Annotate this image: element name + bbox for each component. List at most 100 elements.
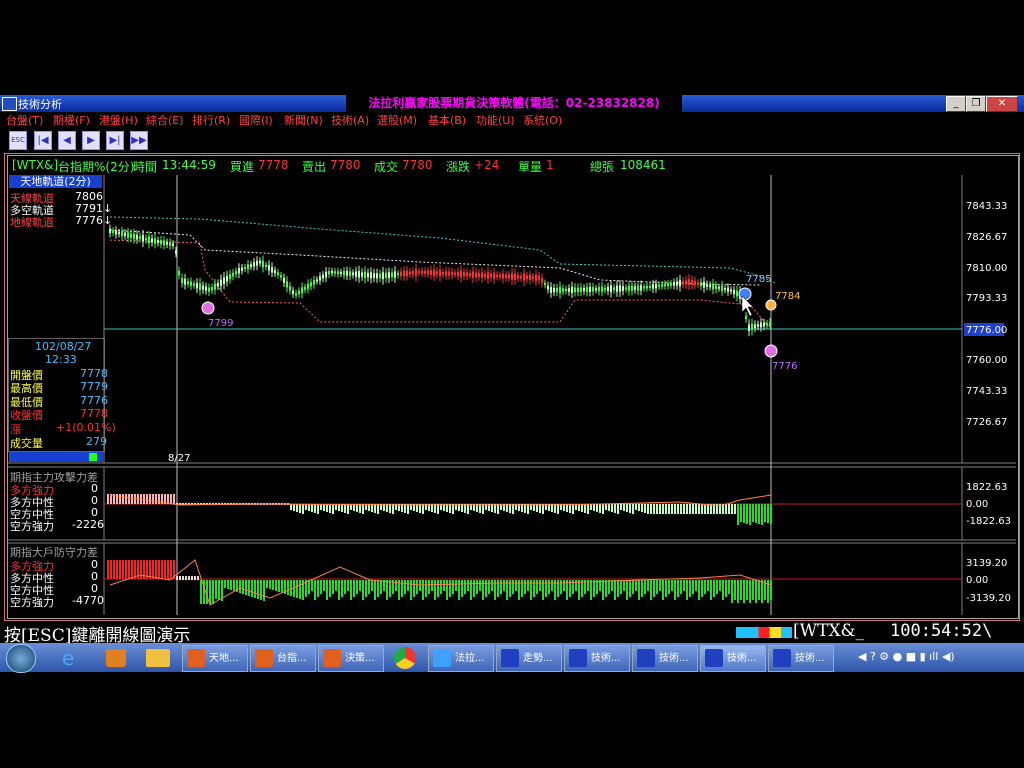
taskbar-item[interactable]: 台指... <box>250 645 316 672</box>
candle <box>559 281 561 299</box>
candle <box>274 266 276 277</box>
taskbar-item-active[interactable]: 技術... <box>700 645 766 672</box>
histogram-bar <box>527 580 529 591</box>
histogram-bar <box>128 560 130 579</box>
panel3-y-label: 3139.20 <box>966 558 1007 569</box>
candle <box>238 263 240 279</box>
candle <box>616 280 618 297</box>
candle <box>538 271 540 285</box>
current-price: 7776.00 <box>966 325 1007 336</box>
candle <box>265 261 267 271</box>
histogram-bar <box>671 504 673 514</box>
histogram-bar <box>746 580 748 600</box>
histogram-bar <box>761 504 763 525</box>
histogram-bar <box>290 504 292 510</box>
candle <box>517 271 519 283</box>
histogram-bar <box>671 580 673 591</box>
histogram-bar <box>344 580 346 594</box>
histogram-bar <box>665 580 667 597</box>
histogram-bar <box>170 560 172 579</box>
histogram-bar <box>767 504 769 523</box>
candle <box>328 267 330 278</box>
candle <box>244 263 246 273</box>
candle <box>466 268 468 281</box>
candle <box>700 278 702 291</box>
candle <box>310 278 312 291</box>
histogram-bar <box>341 580 343 597</box>
chrome-icon[interactable] <box>394 647 416 669</box>
y-label: 7726.67 <box>966 417 1007 428</box>
histogram-bar <box>290 580 292 596</box>
start-button[interactable] <box>6 644 36 673</box>
histogram-bar <box>686 580 688 600</box>
histogram-bar <box>713 580 715 597</box>
system-tray[interactable]: ◀ ? ⚙ ● ■ ▮ ıll ◀) <box>858 650 1018 666</box>
candle <box>208 283 210 296</box>
candle <box>379 269 381 283</box>
histogram-bar <box>749 580 751 603</box>
panel3-row-value: -4770 <box>72 594 104 607</box>
file-explorer-icon[interactable] <box>146 649 170 667</box>
histogram-bar <box>317 580 319 597</box>
candle <box>286 276 288 293</box>
histogram-bar <box>704 580 706 594</box>
histogram-bar <box>743 580 745 603</box>
candle <box>115 226 117 239</box>
candle <box>277 268 279 279</box>
histogram-bar <box>572 504 574 514</box>
histogram-bar <box>146 494 148 504</box>
candle <box>715 281 717 294</box>
histogram-bar <box>227 580 229 589</box>
candle <box>748 319 750 337</box>
candle <box>418 267 420 277</box>
histogram-bar <box>656 504 658 514</box>
date-label: 8/27 <box>168 453 190 464</box>
histogram-bar <box>182 576 184 580</box>
histogram-bar <box>470 580 472 600</box>
histogram-bar <box>116 560 118 579</box>
taskbar-item[interactable]: 技術... <box>632 645 698 672</box>
taskbar-item[interactable]: 決策... <box>318 645 384 672</box>
candle <box>625 284 627 293</box>
candle <box>211 283 213 294</box>
taskbar-item[interactable]: 技術... <box>564 645 630 672</box>
histogram-bar <box>314 580 316 600</box>
candle <box>136 230 138 244</box>
histogram-bar <box>179 576 181 580</box>
taskbar-item[interactable]: 法拉... <box>428 645 494 672</box>
candle <box>307 279 309 294</box>
candle <box>460 265 462 283</box>
histogram-bar <box>701 580 703 597</box>
ie-icon[interactable]: e <box>62 647 84 669</box>
candle <box>664 280 666 290</box>
histogram-bar <box>638 580 640 600</box>
taskbar-item[interactable]: 天地... <box>182 645 248 672</box>
candle <box>406 265 408 281</box>
histogram-bar <box>296 504 298 512</box>
histogram-bar <box>677 580 679 597</box>
histogram-bar <box>734 504 736 514</box>
histogram-bar <box>473 580 475 597</box>
histogram-bar <box>260 580 262 600</box>
histogram-bar <box>620 580 622 594</box>
candle <box>580 283 582 297</box>
candle <box>760 318 762 332</box>
taskbar-item[interactable]: 走勢... <box>496 645 562 672</box>
histogram-bar <box>578 580 580 600</box>
annotation-right-high: 7784 <box>775 291 800 302</box>
histogram-bar <box>407 580 409 591</box>
histogram-bar <box>536 580 538 594</box>
media-player-icon[interactable] <box>106 649 126 667</box>
taskbar-item[interactable]: 技術... <box>768 645 834 672</box>
candle <box>241 263 243 275</box>
histogram-bar <box>362 580 364 600</box>
histogram-bar <box>485 580 487 597</box>
candle <box>124 228 126 240</box>
histogram-bar <box>167 560 169 579</box>
candle <box>424 267 426 278</box>
candle <box>496 271 498 281</box>
histogram-bar <box>308 580 310 594</box>
candle <box>334 267 336 277</box>
candle <box>166 238 168 249</box>
histogram-bar <box>653 504 655 514</box>
